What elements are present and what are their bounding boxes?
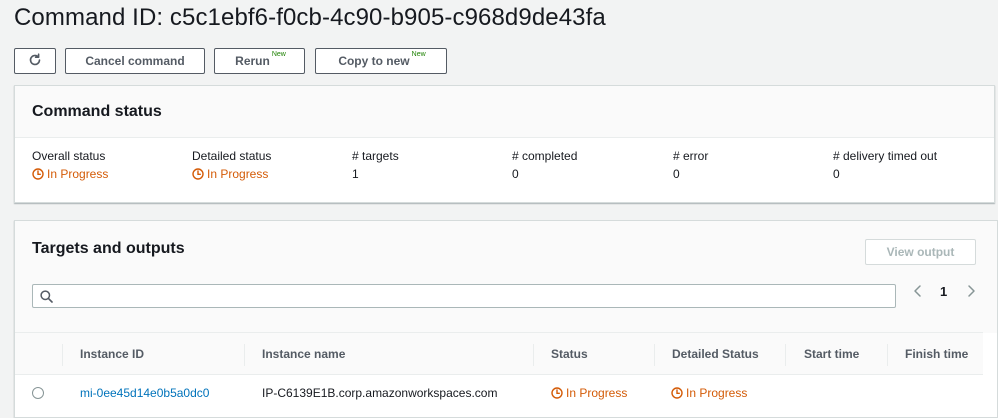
page-title: Command ID: c5c1ebf6-f0cb-4c90-b905-c968… bbox=[14, 4, 606, 31]
copy-to-new-label: Copy to new bbox=[338, 54, 410, 68]
column-divider bbox=[785, 344, 786, 366]
detailed-status-value: In Progress bbox=[192, 167, 271, 181]
targets-outputs-title: Targets and outputs bbox=[32, 240, 185, 257]
clock-icon bbox=[32, 168, 44, 180]
row-detailed-status-cell: In Progress bbox=[671, 386, 747, 400]
instance-id-link[interactable]: mi-0ee45d14e0b5a0dc0 bbox=[80, 386, 209, 400]
column-header-instance-name[interactable]: Instance name bbox=[262, 347, 345, 361]
pagination-prev-button[interactable] bbox=[913, 284, 923, 302]
targets-count-value: 1 bbox=[352, 167, 359, 181]
column-divider bbox=[62, 344, 63, 366]
rerun-label: Rerun bbox=[235, 54, 270, 68]
column-divider bbox=[887, 344, 888, 366]
clock-icon bbox=[192, 168, 204, 180]
row-status-text: In Progress bbox=[566, 386, 628, 400]
pagination-current-page[interactable]: 1 bbox=[940, 284, 947, 302]
row-select-radio[interactable] bbox=[32, 387, 44, 399]
column-header-finish-time[interactable]: Finish time bbox=[905, 347, 968, 361]
pagination-next-button[interactable] bbox=[966, 284, 976, 302]
timed-out-count-label: # delivery timed out bbox=[833, 149, 938, 163]
clock-icon bbox=[551, 387, 563, 399]
command-status-panel: Command status bbox=[14, 85, 995, 203]
instance-name-cell: IP-C6139E1B.corp.amazonworkspaces.com bbox=[262, 386, 498, 400]
column-divider bbox=[244, 344, 245, 366]
error-count-label: # error bbox=[673, 149, 709, 163]
targets-count-label: # targets bbox=[352, 149, 399, 163]
view-output-label: View output bbox=[886, 245, 955, 259]
column-header-instance-id[interactable]: Instance ID bbox=[80, 347, 144, 361]
row-status-cell: In Progress bbox=[551, 386, 627, 400]
completed-count-field: # completed 0 bbox=[512, 149, 577, 181]
clock-icon bbox=[671, 387, 683, 399]
new-badge: New bbox=[411, 50, 426, 58]
refresh-button[interactable] bbox=[14, 48, 56, 74]
detailed-status-text: In Progress bbox=[207, 167, 269, 181]
error-count-field: # error 0 bbox=[673, 149, 708, 181]
targets-outputs-header: Targets and outputs bbox=[15, 221, 997, 333]
view-output-button[interactable]: View output bbox=[865, 239, 976, 265]
new-badge: New bbox=[271, 50, 286, 58]
timed-out-count-value: 0 bbox=[833, 167, 840, 181]
detailed-status-label: Detailed status bbox=[192, 149, 272, 163]
column-divider bbox=[654, 344, 655, 366]
chevron-left-icon bbox=[913, 285, 923, 301]
column-divider bbox=[533, 344, 534, 366]
search-icon bbox=[40, 290, 53, 308]
column-header-status[interactable]: Status bbox=[551, 347, 588, 361]
copy-to-new-button[interactable]: Copy to new New bbox=[315, 48, 447, 74]
search-input[interactable] bbox=[59, 287, 889, 305]
completed-count-value: 0 bbox=[512, 167, 519, 181]
timed-out-count-field: # delivery timed out 0 bbox=[833, 149, 937, 181]
table-header: Instance ID Instance name Status Detaile… bbox=[15, 332, 983, 375]
column-header-detailed-status[interactable]: Detailed Status bbox=[672, 347, 759, 361]
targets-count-field: # targets 1 bbox=[352, 149, 399, 181]
command-status-title: Command status bbox=[32, 103, 162, 120]
completed-count-label: # completed bbox=[512, 149, 578, 163]
overall-status-field: Overall status In Progress bbox=[32, 149, 108, 181]
column-header-start-time[interactable]: Start time bbox=[804, 347, 859, 361]
detailed-status-field: Detailed status In Progress bbox=[192, 149, 271, 181]
command-status-header: Command status bbox=[15, 86, 994, 138]
refresh-icon bbox=[28, 52, 42, 70]
rerun-button[interactable]: Rerun New bbox=[214, 48, 305, 74]
chevron-right-icon bbox=[966, 285, 976, 301]
cancel-command-button[interactable]: Cancel command bbox=[65, 48, 205, 74]
search-field[interactable] bbox=[32, 284, 896, 308]
row-detailed-status-text: In Progress bbox=[686, 386, 748, 400]
error-count-value: 0 bbox=[673, 167, 680, 181]
overall-status-value: In Progress bbox=[32, 167, 108, 181]
overall-status-label: Overall status bbox=[32, 149, 106, 163]
cancel-command-label: Cancel command bbox=[85, 54, 185, 68]
overall-status-text: In Progress bbox=[47, 167, 109, 181]
